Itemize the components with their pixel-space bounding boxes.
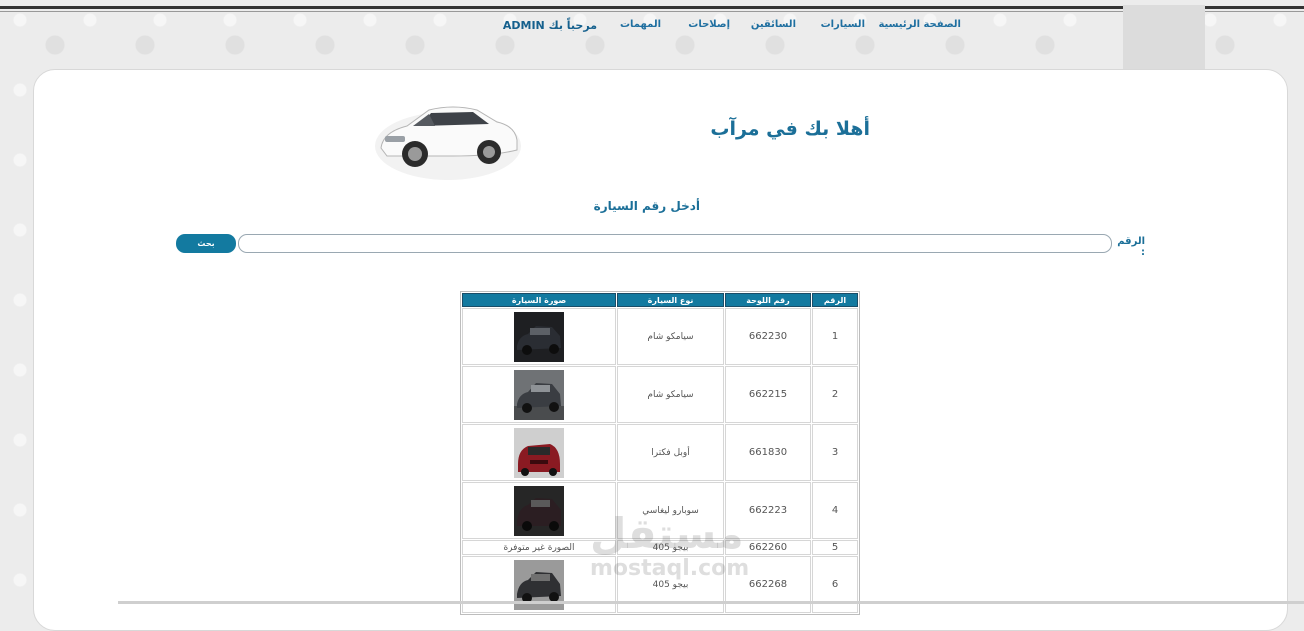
row-plate: 662268 xyxy=(725,556,811,613)
column-header-photo: صورة السيارة xyxy=(462,293,616,307)
search-label: الرقم : xyxy=(1117,236,1145,258)
table-row: 5 662260 بيجو 405 الصورة غير متوفرة xyxy=(462,540,858,555)
row-type: أوبل فكترا xyxy=(617,424,724,481)
column-header-number: الرقم xyxy=(812,293,858,307)
table-row: 6 662268 بيجو 405 xyxy=(462,556,858,613)
table-row: 3 661830 أوبل فكترا xyxy=(462,424,858,481)
row-type: بيجو 405 xyxy=(617,556,724,613)
row-photo-cell xyxy=(462,482,616,539)
row-number: 2 xyxy=(812,366,858,423)
main-navigation: الصفحة الرئيسية السيارات السائقين إصلاحا… xyxy=(0,19,1304,35)
row-number: 6 xyxy=(812,556,858,613)
row-type: سيامكو شام xyxy=(617,308,724,365)
row-number: 1 xyxy=(812,308,858,365)
row-photo-unavailable: الصورة غير متوفرة xyxy=(462,540,616,555)
column-header-type: نوع السيارة xyxy=(617,293,724,307)
table-row: 2 662215 سيامكو شام xyxy=(462,366,858,423)
row-plate: 662223 xyxy=(725,482,811,539)
row-photo-cell xyxy=(462,424,616,481)
row-type: سوبارو ليغاسي xyxy=(617,482,724,539)
row-plate: 661830 xyxy=(725,424,811,481)
column-header-plate: رقم اللوحة xyxy=(725,293,811,307)
row-type: بيجو 405 xyxy=(617,540,724,555)
table-row: 4 662223 سوبارو ليغاسي xyxy=(462,482,858,539)
top-border-line-thin xyxy=(0,11,1304,12)
row-plate: 662260 xyxy=(725,540,811,555)
row-photo-cell xyxy=(462,366,616,423)
nav-item-drivers[interactable]: السائقين xyxy=(751,19,796,30)
row-photo-cell xyxy=(462,308,616,365)
nav-item-welcome-admin[interactable]: مرحباً بك ADMIN xyxy=(503,19,597,32)
header-logo-placeholder xyxy=(1123,5,1205,70)
nav-item-tasks[interactable]: المهمات xyxy=(620,19,661,30)
top-border-line xyxy=(0,6,1304,9)
table-header-row: الرقم رقم اللوحة نوع السيارة صورة السيار… xyxy=(462,293,858,307)
row-number: 4 xyxy=(812,482,858,539)
nav-item-cars[interactable]: السيارات xyxy=(821,19,865,30)
page-title: أهلا بك في مرآب xyxy=(710,118,870,140)
nav-item-repairs[interactable]: إصلاحات xyxy=(688,19,730,30)
row-plate: 662215 xyxy=(725,366,811,423)
cars-table: الرقم رقم اللوحة نوع السيارة صورة السيار… xyxy=(460,291,860,615)
car-thumbnail[interactable] xyxy=(514,427,564,478)
car-thumbnail[interactable] xyxy=(514,311,564,362)
row-photo-cell xyxy=(462,556,616,613)
car-number-input[interactable] xyxy=(238,234,1112,253)
table-row: 1 662230 سيامكو شام xyxy=(462,308,858,365)
search-prompt: أدخل رقم السيارة xyxy=(593,199,700,213)
nav-item-home[interactable]: الصفحة الرئيسية xyxy=(878,19,961,30)
car-banner-image xyxy=(375,106,521,180)
row-number: 5 xyxy=(812,540,858,555)
row-plate: 662230 xyxy=(725,308,811,365)
search-button[interactable]: بحث xyxy=(176,234,236,253)
car-thumbnail[interactable] xyxy=(514,485,564,536)
row-number: 3 xyxy=(812,424,858,481)
car-thumbnail[interactable] xyxy=(514,369,564,420)
row-type: سيامكو شام xyxy=(617,366,724,423)
